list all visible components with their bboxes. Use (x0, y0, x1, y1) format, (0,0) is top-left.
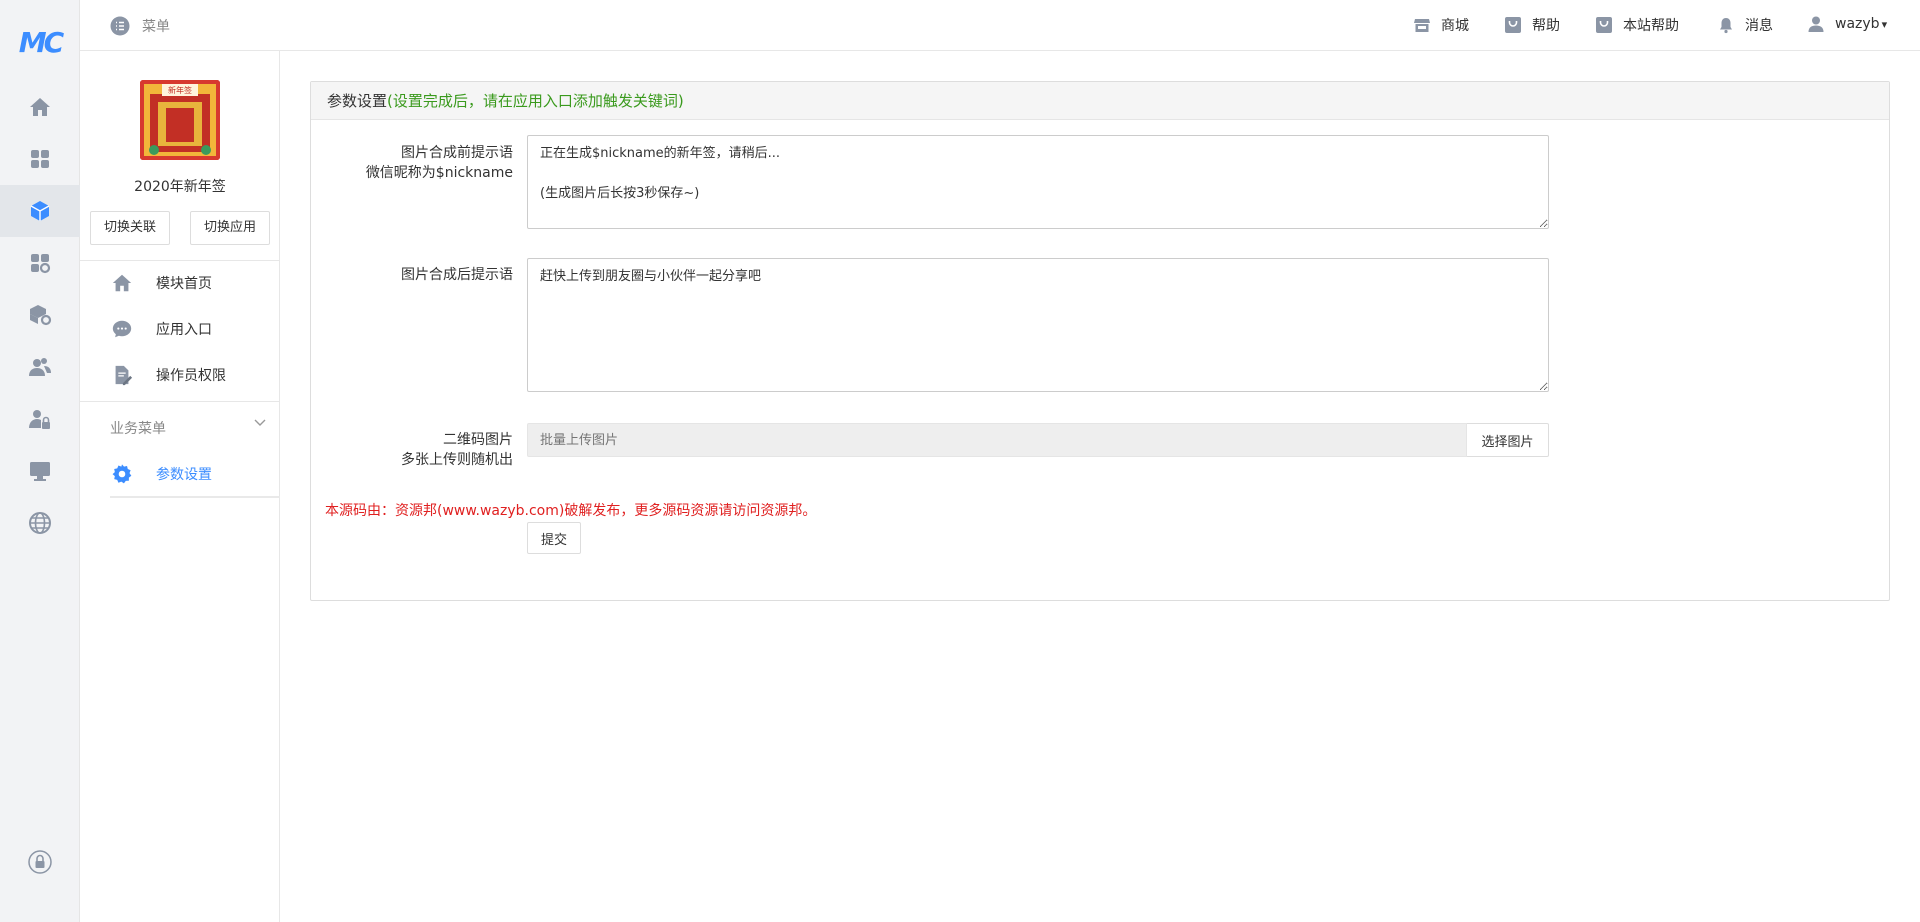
divider (80, 401, 280, 402)
active-underline (110, 496, 280, 498)
users-icon (29, 358, 51, 376)
submit-button[interactable]: 提交 (527, 522, 581, 554)
switch-app-button[interactable]: 切换应用 (190, 211, 270, 245)
sidebar-item-label: 参数设置 (156, 467, 212, 483)
rail-user-lock-icon[interactable] (0, 393, 80, 445)
rail-apps-grid-icon[interactable] (0, 133, 80, 185)
gear-icon (110, 462, 134, 486)
field-label-hint: 多张上传则随机出 (401, 452, 513, 468)
home-icon (110, 271, 134, 295)
logo-text: MC (18, 25, 64, 59)
bell-icon (1720, 18, 1732, 34)
rail-app-settings-icon[interactable] (0, 237, 80, 289)
module-cube-icon (30, 201, 50, 221)
apps-grid-icon (31, 150, 49, 168)
logo[interactable]: MC (14, 24, 66, 60)
chevron-down-icon[interactable] (252, 414, 268, 430)
topbar-link-help[interactable]: 帮助 (1504, 15, 1560, 35)
icon-rail: MC (0, 0, 80, 922)
rail-monitor-icon[interactable] (0, 445, 80, 497)
help-bag-icon (1505, 17, 1521, 33)
user-lock-icon (29, 410, 50, 429)
globe-icon (29, 512, 51, 534)
user-dropdown[interactable]: wazyb ▾ (1807, 15, 1887, 33)
rail-globe-icon[interactable] (0, 497, 80, 549)
rail-module-cube-icon[interactable] (0, 185, 80, 237)
menu-label: 菜单 (142, 19, 170, 35)
home-icon (30, 98, 50, 116)
field-label-qrcode: 二维码图片 多张上传则随机出 (311, 430, 513, 470)
store-icon (1414, 19, 1430, 32)
field-label-before: 图片合成前提示语 微信昵称为$nickname (311, 143, 513, 183)
rail-home-icon[interactable] (0, 81, 80, 133)
app-settings-icon (31, 254, 51, 274)
app-avatar: 新年签 (140, 80, 220, 160)
app-root: MC 新年签 2020年新年签 切换关联 切换应用 模块首页 应用入口 操作员权… (0, 0, 1920, 922)
sidebar-item-module-home[interactable]: 模块首页 (80, 261, 280, 305)
lock-icon[interactable] (28, 850, 52, 874)
field-label-line: 图片合成后提示语 (401, 267, 513, 283)
sidebar-item-label: 应用入口 (156, 322, 212, 338)
field-label-after: 图片合成后提示语 (311, 265, 513, 285)
user-icon (1808, 16, 1824, 32)
username: wazyb (1835, 16, 1880, 32)
qrcode-upload-group: 选择图片 (527, 423, 1549, 457)
site-help-bag-icon (1596, 17, 1612, 33)
sidebar-item-label: 模块首页 (156, 276, 212, 292)
topbar-link-label: 本站帮助 (1623, 18, 1679, 34)
document-edit-icon (110, 363, 134, 387)
monitor-icon (30, 462, 50, 481)
list-menu-icon (110, 16, 130, 36)
sidebar-item-label: 操作员权限 (156, 368, 226, 384)
field-label-line: 二维码图片 (443, 432, 513, 448)
topbar-link-messages[interactable]: 消息 (1717, 15, 1773, 35)
topbar-link-store[interactable]: 商城 (1413, 15, 1469, 35)
sidebar-item-operator-permissions[interactable]: 操作员权限 (80, 353, 280, 397)
after-prompt-textarea[interactable] (527, 258, 1549, 392)
module-sidebar: 新年签 2020年新年签 切换关联 切换应用 模块首页 应用入口 操作员权限 业… (80, 0, 280, 922)
qrcode-upload-input[interactable] (527, 423, 1467, 457)
section-title-business-menu[interactable]: 业务菜单 (110, 418, 166, 438)
before-prompt-textarea[interactable] (527, 135, 1549, 229)
avatar-title: 新年签 (168, 85, 192, 95)
select-image-button[interactable]: 选择图片 (1467, 423, 1549, 457)
topbar-link-label: 消息 (1745, 18, 1773, 34)
panel-title: 参数设置 (327, 92, 388, 110)
notice-text: 本源码由：资源邦(www.wazyb.com)破解发布，更多源码资源请访问资源邦… (325, 503, 817, 519)
menu-toggle[interactable]: 菜单 (110, 16, 170, 36)
caret-down-icon: ▾ (1881, 17, 1888, 31)
sidebar-item-parameter-settings[interactable]: 参数设置 (80, 452, 280, 496)
rail-package-settings-icon[interactable] (0, 289, 80, 341)
package-settings-icon (30, 305, 52, 326)
sidebar-item-app-entry[interactable]: 应用入口 (80, 307, 280, 351)
panel-header: 参数设置(设置完成后，请在应用入口添加触发关键词) (311, 82, 1889, 120)
app-name: 2020年新年签 (134, 179, 226, 195)
rail-users-icon[interactable] (0, 341, 80, 393)
topbar-link-label: 商城 (1441, 18, 1469, 34)
top-bar: 菜单 商城 帮助 本站帮助 消息 wazyb ▾ (80, 0, 1920, 51)
field-label-hint: 微信昵称为$nickname (365, 165, 513, 181)
chat-icon (110, 317, 134, 341)
topbar-link-site-help[interactable]: 本站帮助 (1595, 15, 1679, 35)
parameter-settings-panel: 参数设置(设置完成后，请在应用入口添加触发关键词) 图片合成前提示语 微信昵称为… (310, 81, 1890, 601)
topbar-link-label: 帮助 (1532, 18, 1560, 34)
panel-title-note: (设置完成后，请在应用入口添加触发关键词) (387, 92, 684, 110)
switch-link-button[interactable]: 切换关联 (90, 211, 170, 245)
field-label-line: 图片合成前提示语 (401, 145, 513, 161)
